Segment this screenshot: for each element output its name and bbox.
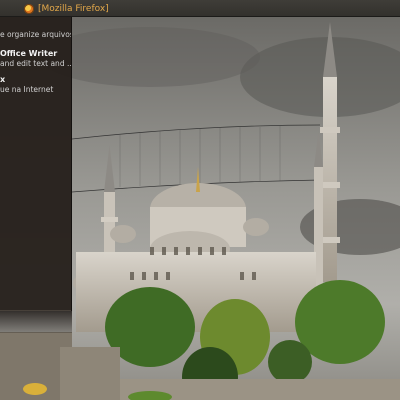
application-menu: e e organize arquivos Office Writer and … xyxy=(0,17,72,311)
menu-item-title: x xyxy=(0,75,6,84)
menu-item-firefox[interactable]: x ue na Internet xyxy=(0,75,71,95)
taskbar-window-title: [Mozilla Firefox] xyxy=(38,3,109,14)
menu-item-desc: e e organize arquivos xyxy=(0,30,72,39)
menu-item-title: Office Writer xyxy=(0,49,58,58)
menu-item-desc: and edit text and ... xyxy=(0,59,72,68)
menu-item-files[interactable]: e e organize arquivos xyxy=(0,30,72,40)
top-panel: [Mozilla Firefox] xyxy=(0,0,400,17)
taskbar-firefox-entry[interactable]: [Mozilla Firefox] xyxy=(20,0,113,17)
menu-item-desc: ue na Internet xyxy=(0,85,54,94)
menu-shadow xyxy=(0,311,72,333)
firefox-icon xyxy=(24,3,34,14)
menu-item-writer[interactable]: Office Writer and edit text and ... xyxy=(0,49,72,69)
